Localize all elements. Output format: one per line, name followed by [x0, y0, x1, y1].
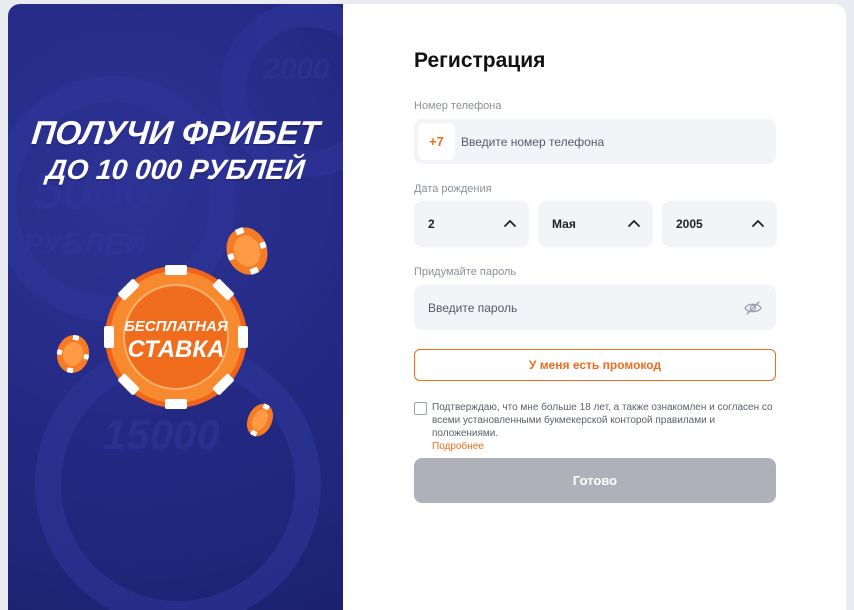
promo-headline-line2: ДО 10 000 РУБЛЕЙ — [44, 154, 307, 185]
chevron-up-icon — [628, 220, 640, 227]
promo-panel: 2000 5000 РУБЛЕЙ 15000 БЕСПЛАТНАЯ СТАВКА… — [8, 4, 343, 610]
watermark-rubles: РУБЛЕЙ — [23, 226, 147, 261]
password-field[interactable]: Введите пароль — [414, 285, 776, 330]
promo-code-button[interactable]: У меня есть промокод — [414, 349, 776, 381]
chip-text-line1: БЕСПЛАТНАЯ — [124, 318, 229, 335]
year-select[interactable]: 2005 — [662, 201, 777, 247]
page-title: Регистрация — [414, 49, 546, 72]
phone-label: Номер телефона — [414, 100, 502, 112]
registration-modal: 2000 5000 РУБЛЕЙ 15000 БЕСПЛАТНАЯ СТАВКА… — [8, 4, 846, 610]
phone-field[interactable]: +7 Введите номер телефона — [414, 119, 776, 164]
birthdate-label: Дата рождения — [414, 183, 492, 195]
more-link[interactable]: Подробнее — [432, 440, 782, 453]
promo-headline-line1: ПОЛУЧИ ФРИБЕТ — [29, 114, 322, 151]
submit-button[interactable]: Готово — [414, 458, 776, 503]
phone-input[interactable]: Введите номер телефона — [461, 135, 604, 149]
password-label: Придумайте пароль — [414, 266, 517, 278]
month-select[interactable]: Мая — [538, 201, 653, 247]
chevron-up-icon — [752, 220, 764, 227]
watermark-2000: 2000 — [262, 53, 330, 86]
promo-background: 2000 5000 РУБЛЕЙ 15000 БЕСПЛАТНАЯ СТАВКА — [8, 4, 343, 610]
consent-checkbox[interactable] — [414, 402, 427, 415]
day-select[interactable]: 2 — [414, 201, 529, 247]
password-input[interactable]: Введите пароль — [428, 301, 517, 315]
day-value: 2 — [428, 217, 435, 231]
small-chip-icon — [56, 334, 90, 374]
year-value: 2005 — [676, 217, 703, 231]
eye-slash-icon[interactable] — [744, 300, 762, 316]
free-bet-chip-icon: БЕСПЛАТНАЯ СТАВКА — [104, 265, 248, 409]
chevron-up-icon — [504, 220, 516, 227]
month-value: Мая — [552, 217, 576, 231]
consent-text: Подтверждаю, что мне больше 18 лет, а та… — [432, 402, 773, 439]
consent-text-block: Подтверждаю, что мне больше 18 лет, а та… — [432, 401, 782, 453]
chip-text-line2: СТАВКА — [128, 336, 225, 363]
phone-prefix: +7 — [418, 123, 455, 160]
watermark-15000: 15000 — [103, 411, 220, 458]
